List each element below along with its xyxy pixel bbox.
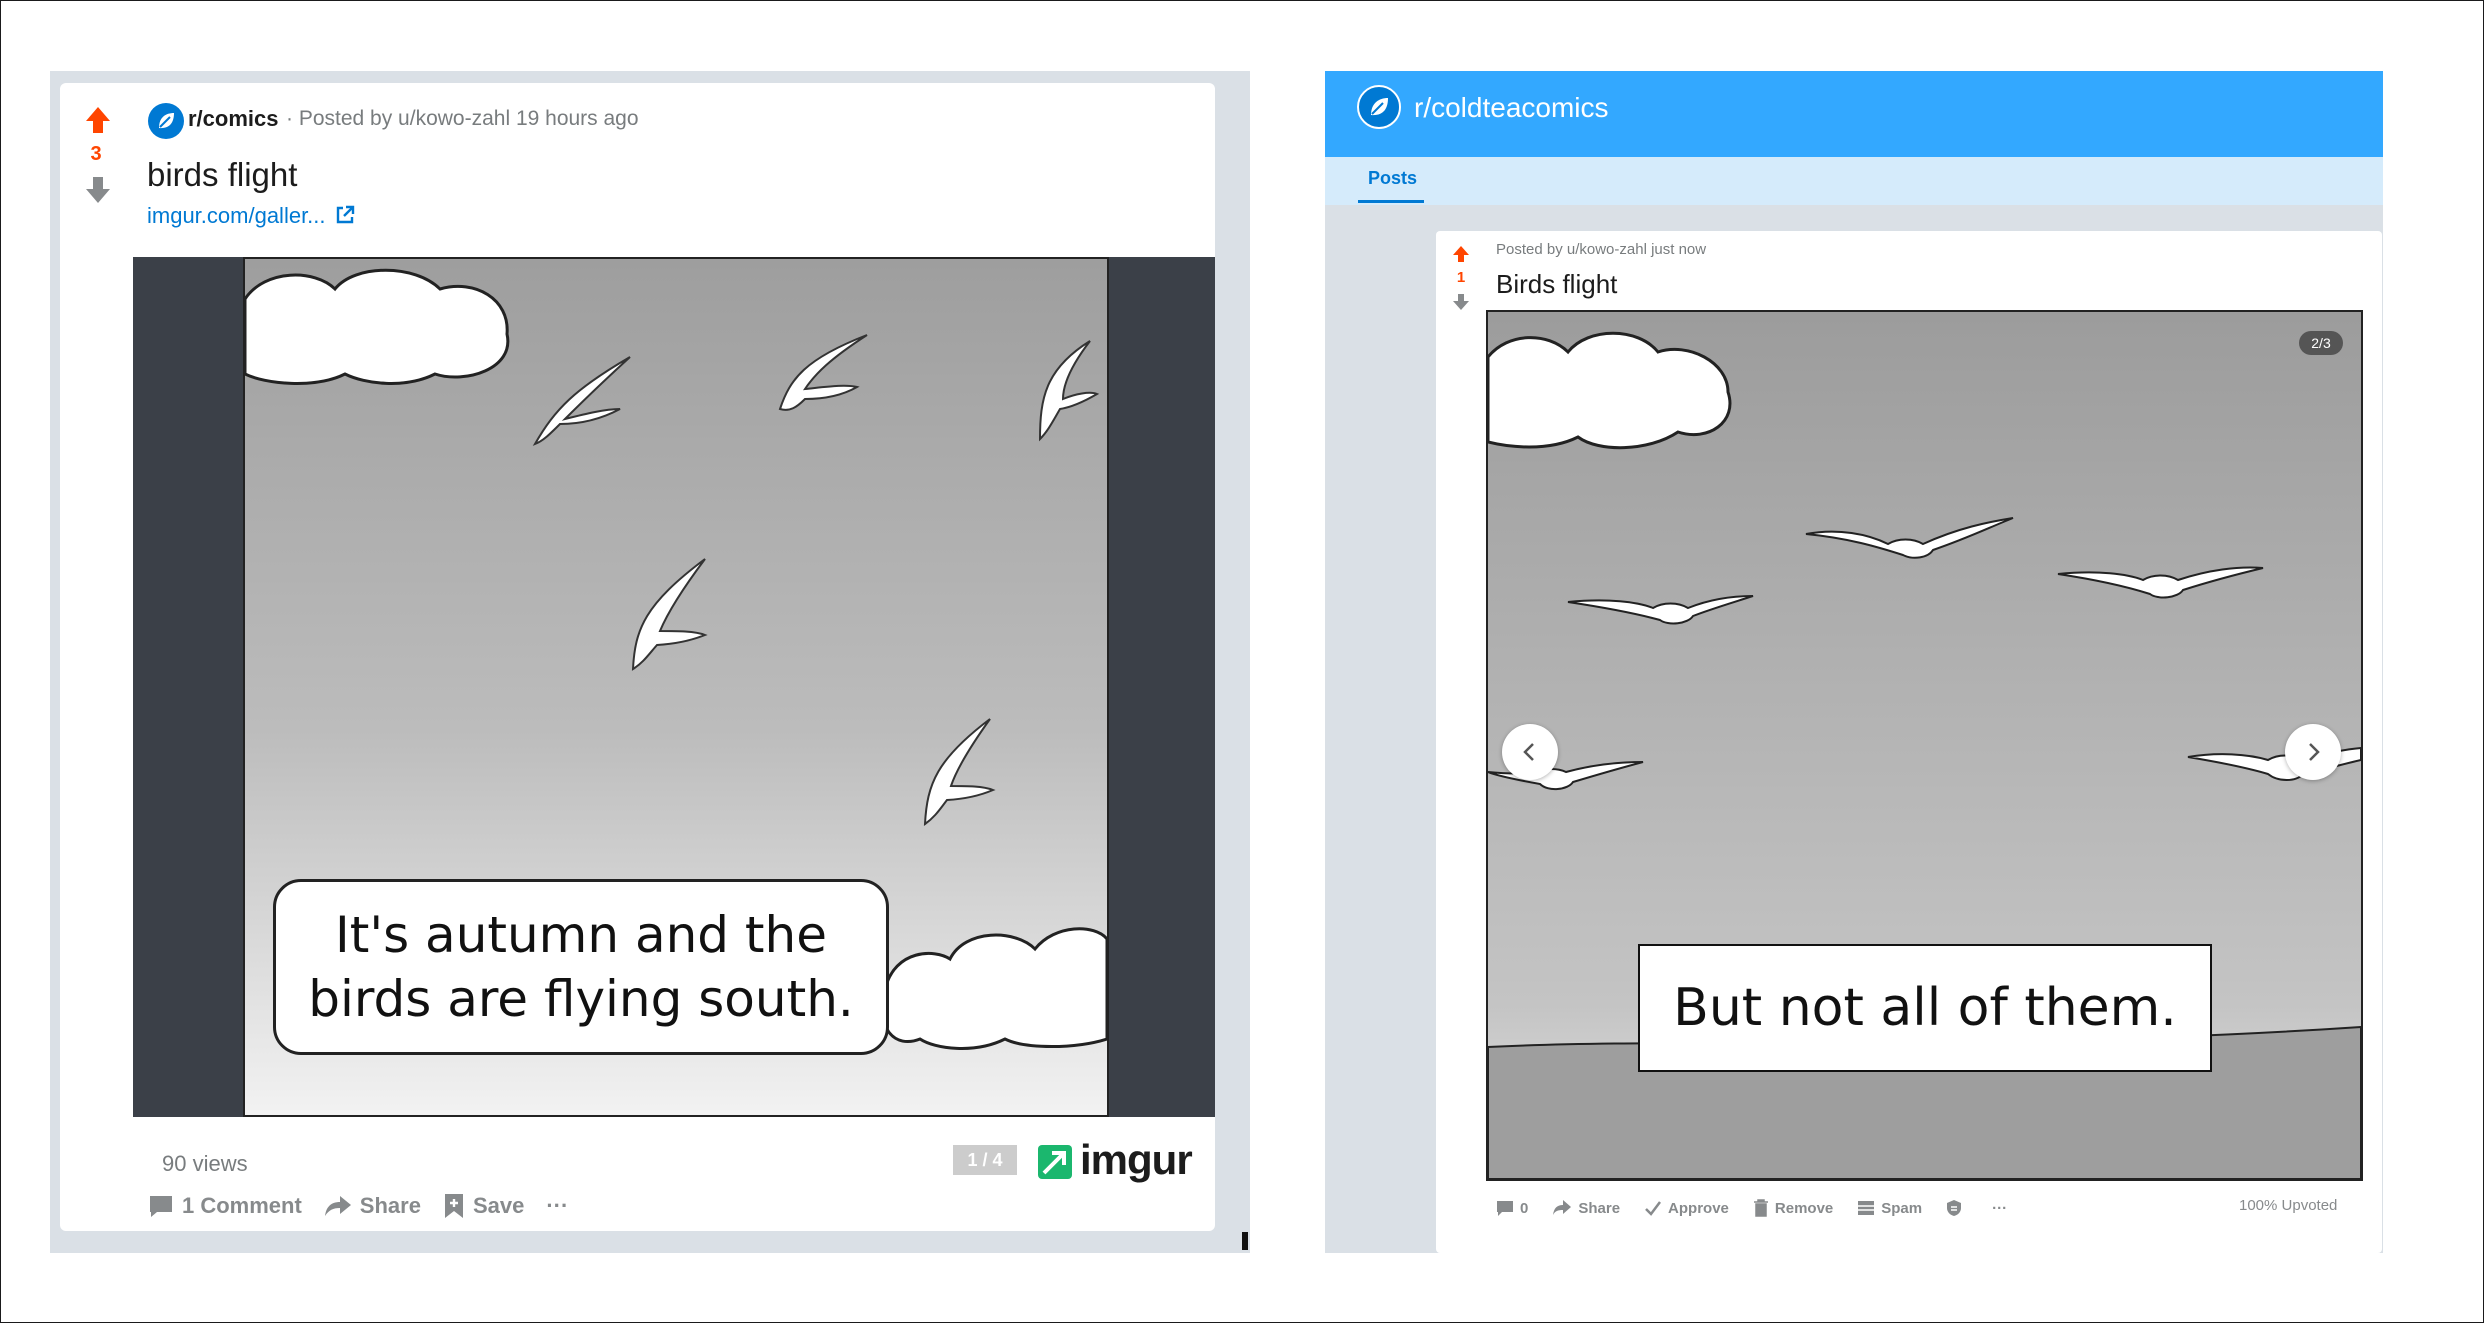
comments-count: 0: [1520, 1199, 1529, 1217]
save-label: Save: [472, 1193, 525, 1218]
spam-icon: [1858, 1201, 1875, 1215]
imgur-logo-icon[interactable]: [1038, 1145, 1072, 1179]
mod-shield-button[interactable]: [1946, 1199, 1968, 1217]
spam-button[interactable]: Spam: [1857, 1199, 1922, 1217]
chevron-left-icon: [1523, 743, 1534, 761]
subreddit-title[interactable]: r/coldteacomics: [1414, 88, 1609, 128]
post-title[interactable]: birds flight: [147, 153, 297, 197]
gallery-counter: 2/3: [2299, 331, 2343, 355]
post-meta: Posted by u/kowo-zahl just now: [1496, 241, 1707, 258]
remove-button[interactable]: Remove: [1753, 1199, 1833, 1217]
leaf-icon: [159, 113, 174, 129]
comic-caption: But not all of them.: [1638, 944, 2212, 1072]
post-media[interactable]: It's autumn and the birds are flying sou…: [133, 257, 1215, 1117]
upvote-icon[interactable]: [84, 105, 112, 135]
comment-icon: [150, 1196, 172, 1217]
comments-label: 1 Comment: [182, 1193, 302, 1218]
view-count: 90 views: [162, 1151, 248, 1176]
bookmark-icon: [444, 1194, 463, 1218]
downvote-icon[interactable]: [1452, 293, 1470, 311]
comic-panel-image: It's autumn and the birds are flying sou…: [243, 257, 1109, 1117]
spam-label: Spam: [1881, 1199, 1923, 1217]
downvote-icon[interactable]: [84, 175, 112, 205]
comment-icon: [1497, 1201, 1513, 1216]
more-options-button[interactable]: ···: [1992, 1200, 2007, 1217]
active-tab-indicator: [1358, 200, 1424, 203]
more-label: ···: [1992, 1199, 2008, 1217]
more-label: ···: [546, 1193, 569, 1218]
gallery-image[interactable]: 2/3 But not all of them.: [1486, 310, 2363, 1181]
shield-icon: [1947, 1200, 1962, 1216]
share-label: Share: [359, 1193, 421, 1218]
approve-label: Approve: [1668, 1199, 1729, 1217]
right-post-card[interactable]: 1 Posted by u/kowo-zahl just now Birds f…: [1436, 231, 2382, 1253]
chevron-right-icon: [2309, 743, 2320, 761]
gallery-prev-button[interactable]: [1502, 724, 1558, 780]
trash-icon: [1753, 1199, 1768, 1217]
comments-button[interactable]: 0: [1496, 1199, 1528, 1217]
subreddit-link[interactable]: r/comics: [188, 103, 279, 135]
comic-caption: It's autumn and the birds are flying sou…: [273, 879, 889, 1055]
share-button[interactable]: Share: [1552, 1199, 1620, 1217]
comments-button[interactable]: 1 Comment: [148, 1193, 302, 1219]
save-button[interactable]: Save: [443, 1192, 524, 1220]
post-action-bar: 1 Comment Share Save ···: [148, 1186, 590, 1226]
external-link[interactable]: imgur.com/galler...: [147, 201, 326, 231]
subreddit-avatar[interactable]: [148, 103, 184, 139]
vote-score: 3: [90, 143, 102, 165]
left-post-card[interactable]: 3 r/comics · Posted by u/kowo-zahl 19 ho…: [60, 83, 1215, 1231]
post-action-bar: 0 Share Approve Remove Spam ···: [1496, 1193, 2031, 1223]
imgur-brand[interactable]: imgur: [1080, 1136, 1193, 1184]
share-icon: [324, 1196, 351, 1216]
leaf-icon: [1371, 98, 1388, 116]
approve-button[interactable]: Approve: [1644, 1199, 1729, 1217]
remove-label: Remove: [1774, 1199, 1834, 1217]
post-meta: · Posted by u/kowo-zahl 19 hours ago: [286, 107, 639, 130]
post-title[interactable]: Birds flight: [1496, 269, 1617, 300]
subreddit-avatar[interactable]: [1357, 85, 1401, 129]
subreddit-nav: [1325, 157, 2383, 205]
share-icon: [1553, 1200, 1572, 1215]
tab-posts[interactable]: Posts: [1368, 168, 1417, 189]
vote-score: 1: [1456, 269, 1466, 286]
upvote-ratio: 100% Upvoted: [2239, 1197, 2338, 1214]
check-icon: [1645, 1201, 1662, 1216]
external-link-icon[interactable]: [334, 204, 356, 226]
mouse-cursor-icon: [1242, 1232, 1248, 1250]
gallery-counter: 1 / 4: [953, 1145, 1017, 1175]
caption-line-1: It's autumn and the: [335, 906, 827, 964]
share-button[interactable]: Share: [324, 1193, 421, 1219]
gallery-next-button[interactable]: [2285, 724, 2341, 780]
upvote-icon[interactable]: [1452, 245, 1470, 263]
more-options-button[interactable]: ···: [546, 1193, 568, 1219]
share-label: Share: [1578, 1199, 1621, 1217]
caption-line-2: birds are flying south.: [308, 970, 854, 1028]
